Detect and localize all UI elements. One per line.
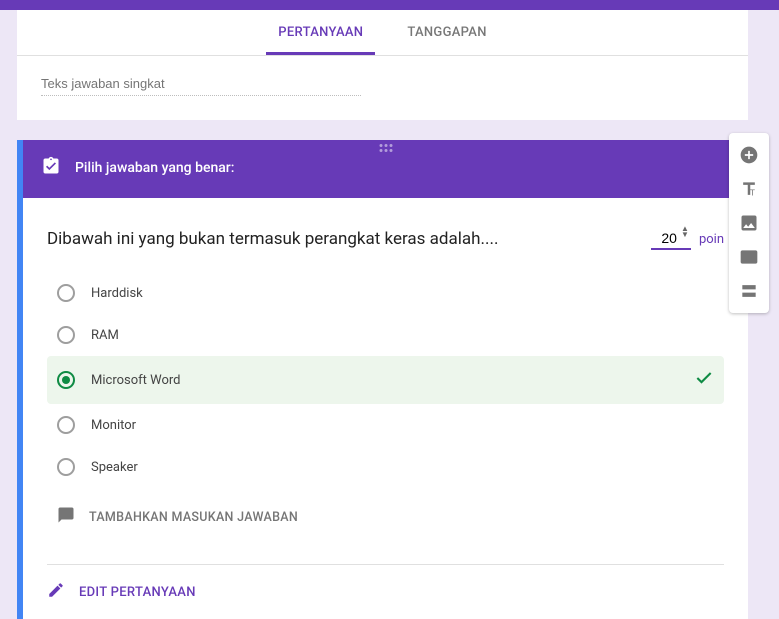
answer-key-header: Pilih jawaban yang benar: [23, 140, 748, 198]
app-bar [0, 0, 779, 10]
option-label: Speaker [91, 460, 138, 475]
option-label: Monitor [91, 418, 136, 433]
add-question-button[interactable] [733, 139, 765, 171]
option-row[interactable]: Microsoft Word [47, 356, 724, 404]
option-label: Harddisk [91, 286, 143, 301]
radio-icon [57, 371, 75, 389]
edit-question-label: EDIT PERTANYAAN [79, 585, 196, 600]
question-card: Pilih jawaban yang benar: Dibawah ini ya… [17, 140, 748, 619]
short-answer-input[interactable] [41, 72, 361, 96]
svg-text:T: T [750, 188, 755, 198]
drag-handle-icon[interactable] [379, 144, 392, 152]
radio-icon [57, 458, 75, 476]
radio-icon [57, 326, 75, 344]
add-section-button[interactable] [733, 275, 765, 307]
options-list: Harddisk RAM Microsoft Word Monitor [47, 272, 724, 488]
tab-questions[interactable]: PERTANYAAN [256, 10, 385, 55]
side-toolbar: T [729, 133, 769, 313]
radio-icon [57, 416, 75, 434]
add-feedback-label: TAMBAHKAN MASUKAN JAWABAN [89, 510, 298, 525]
add-title-button[interactable]: T [733, 173, 765, 205]
tabs: PERTANYAAN TANGGAPAN [17, 10, 748, 56]
feedback-icon [57, 506, 75, 528]
option-row[interactable]: Speaker [47, 446, 724, 488]
answer-key-title: Pilih jawaban yang benar: [75, 160, 234, 176]
clipboard-check-icon [41, 156, 61, 180]
points-label: poin [699, 232, 724, 247]
option-label: Microsoft Word [91, 373, 181, 388]
option-row[interactable]: Monitor [47, 404, 724, 446]
question-text: Dibawah ini yang bukan termasuk perangka… [47, 229, 631, 249]
option-row[interactable]: RAM [47, 314, 724, 356]
check-icon [694, 368, 714, 392]
pencil-icon [47, 581, 65, 603]
add-video-button[interactable] [733, 241, 765, 273]
points-group: ▲▼ poin [651, 228, 724, 250]
stepper-arrows-icon[interactable]: ▲▼ [681, 226, 689, 238]
edit-question-button[interactable]: EDIT PERTANYAAN [23, 565, 748, 619]
option-row[interactable]: Harddisk [47, 272, 724, 314]
short-answer-card [17, 56, 748, 120]
tab-responses[interactable]: TANGGAPAN [385, 10, 508, 55]
option-label: RAM [91, 328, 119, 343]
radio-icon [57, 284, 75, 302]
add-image-button[interactable] [733, 207, 765, 239]
add-feedback-button[interactable]: TAMBAHKAN MASUKAN JAWABAN [47, 494, 724, 540]
